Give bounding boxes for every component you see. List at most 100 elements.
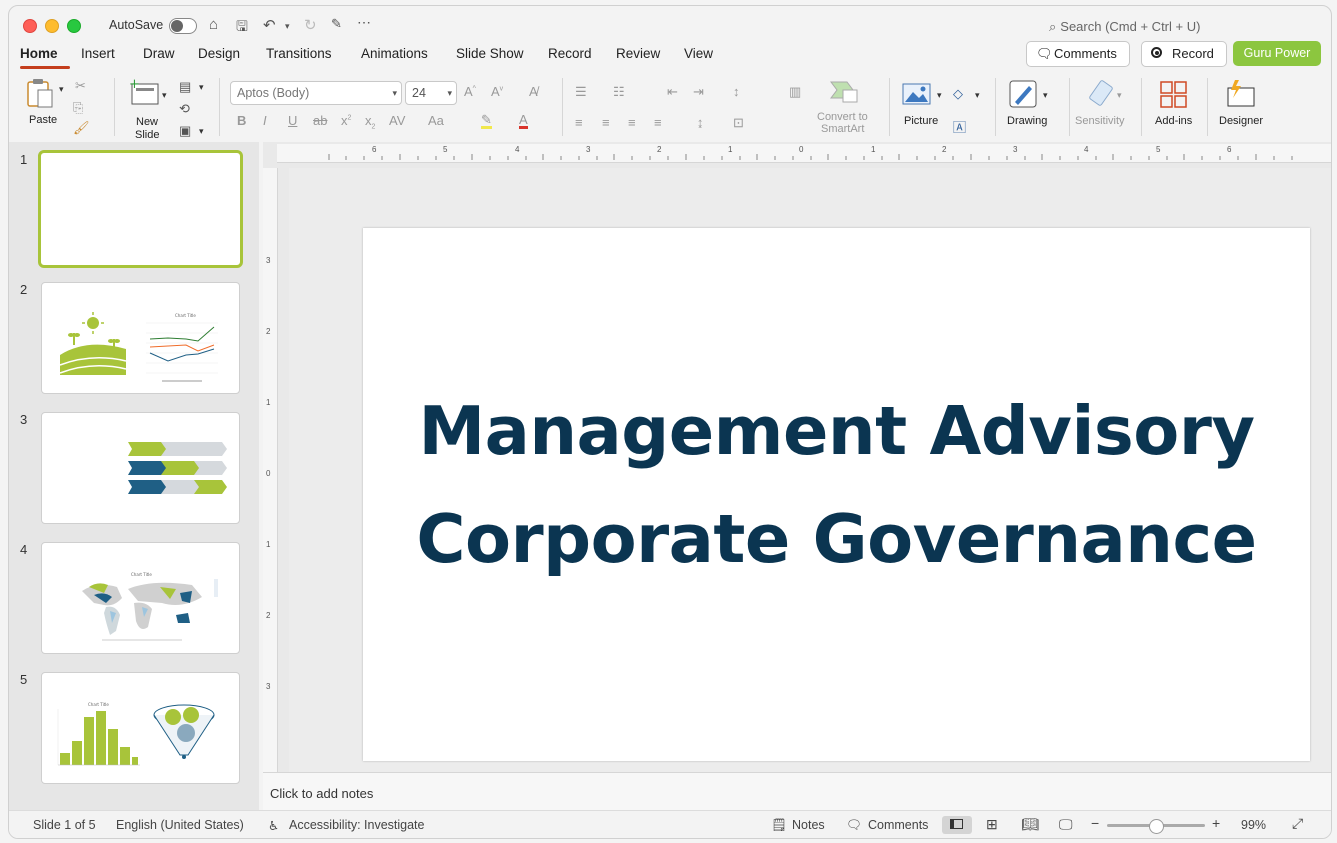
- tab-animations[interactable]: Animations: [361, 46, 428, 61]
- decrease-font-icon[interactable]: Av: [491, 84, 503, 99]
- font-color-icon[interactable]: A: [519, 113, 528, 129]
- record-button[interactable]: Record: [1141, 41, 1227, 67]
- home-icon[interactable]: ⌂: [209, 16, 218, 33]
- font-name-select[interactable]: Aptos (Body) ▾: [230, 81, 402, 105]
- tab-slide-show[interactable]: Slide Show: [456, 46, 524, 61]
- slideshow-view-icon[interactable]: 🖵: [1059, 816, 1073, 833]
- align-center-icon[interactable]: ≡: [602, 115, 610, 130]
- zoom-in-icon[interactable]: +: [1212, 815, 1220, 831]
- normal-view-button[interactable]: [942, 816, 972, 834]
- shapes-dropdown-icon[interactable]: ▾: [975, 90, 980, 101]
- layout-icon[interactable]: ▤: [179, 79, 191, 95]
- tab-insert[interactable]: Insert: [81, 46, 115, 61]
- paste-dropdown-icon[interactable]: ▾: [59, 84, 64, 95]
- minimize-window-button[interactable]: [45, 19, 59, 33]
- search-box[interactable]: ⌕ Search (Cmd + Ctrl + U): [1049, 19, 1200, 35]
- zoom-slider[interactable]: [1107, 819, 1205, 834]
- undo-icon[interactable]: ↶: [263, 16, 276, 34]
- more-icon[interactable]: ⋯: [357, 14, 371, 31]
- zoom-slider-thumb[interactable]: [1149, 819, 1164, 834]
- undo-dropdown-icon[interactable]: ▾: [285, 21, 290, 32]
- zoom-out-icon[interactable]: −: [1091, 815, 1099, 831]
- bullets-icon[interactable]: ☰: [575, 84, 587, 100]
- section-dropdown-icon[interactable]: ▾: [199, 126, 204, 137]
- tab-record[interactable]: Record: [548, 46, 592, 61]
- slide-thumbnail-5[interactable]: Chart Title: [41, 672, 240, 784]
- font-size-select[interactable]: 24 ▾: [405, 81, 457, 105]
- align-left-icon[interactable]: ≡: [575, 115, 583, 130]
- highlight-icon[interactable]: ✎: [481, 113, 492, 129]
- tab-home[interactable]: Home: [20, 46, 58, 61]
- picture-dropdown-icon[interactable]: ▾: [937, 90, 942, 101]
- tab-view[interactable]: View: [684, 46, 713, 61]
- textbox-icon[interactable]: 🄰: [953, 117, 966, 136]
- sensitivity-button[interactable]: Sensitivity: [1073, 78, 1139, 130]
- convert-smartart-button[interactable]: Convert to SmartArt: [815, 78, 883, 138]
- numbering-icon[interactable]: ☷: [613, 84, 625, 100]
- guru-power-button[interactable]: Guru Power: [1233, 41, 1321, 66]
- slide-title-line-2[interactable]: Corporate Governance: [363, 500, 1310, 578]
- customize-icon[interactable]: ✎: [331, 16, 342, 32]
- decrease-indent-icon[interactable]: ⇤: [667, 84, 678, 100]
- active-tab-indicator: [20, 66, 70, 69]
- redo-icon[interactable]: ↻: [304, 16, 317, 34]
- new-slide-button[interactable]: + New Slide: [125, 76, 171, 141]
- layout-dropdown-icon[interactable]: ▾: [199, 82, 204, 93]
- picture-button[interactable]: Picture: [899, 78, 943, 130]
- accessibility-status[interactable]: Accessibility: Investigate: [289, 818, 424, 832]
- slide-title-line-1[interactable]: Management Advisory: [363, 392, 1310, 470]
- change-case-icon[interactable]: Aa: [428, 113, 444, 128]
- character-spacing-icon[interactable]: AV: [389, 113, 405, 128]
- reading-view-icon[interactable]: 📖︎: [1021, 816, 1039, 833]
- tab-draw[interactable]: Draw: [143, 46, 175, 61]
- zoom-window-button[interactable]: [67, 19, 81, 33]
- slide-sorter-icon[interactable]: ⊞: [986, 816, 998, 833]
- format-painter-icon[interactable]: 🖌: [73, 120, 90, 136]
- designer-button[interactable]: Designer: [1215, 78, 1269, 130]
- comments-button[interactable]: 🗨 Comments: [1026, 41, 1130, 67]
- addins-button[interactable]: Add-ins: [1149, 78, 1199, 130]
- slide-thumbnail-4[interactable]: Chart Title: [41, 542, 240, 654]
- slide-thumbnail-2[interactable]: Chart Title: [41, 282, 240, 394]
- italic-icon[interactable]: I: [263, 113, 267, 128]
- tab-review[interactable]: Review: [616, 46, 660, 61]
- reset-icon[interactable]: ⟲: [179, 101, 190, 117]
- align-right-icon[interactable]: ≡: [628, 115, 636, 130]
- strikethrough-icon[interactable]: ab: [313, 113, 327, 128]
- new-slide-dropdown-icon[interactable]: ▾: [162, 90, 167, 101]
- save-icon[interactable]: 🖫: [236, 16, 248, 40]
- drawing-button[interactable]: Drawing: [1005, 78, 1055, 130]
- zoom-level[interactable]: 99%: [1241, 818, 1266, 832]
- shapes-icon[interactable]: ◇: [953, 86, 963, 102]
- text-direction-icon[interactable]: ↨: [697, 115, 704, 130]
- notes-toggle[interactable]: Notes: [792, 818, 825, 832]
- autosave-toggle[interactable]: [169, 18, 197, 34]
- align-text-icon[interactable]: ⊡: [733, 115, 744, 131]
- fit-to-window-icon[interactable]: ⤢: [1292, 815, 1303, 832]
- increase-indent-icon[interactable]: ⇥: [693, 84, 704, 100]
- superscript-icon[interactable]: x2: [341, 113, 351, 128]
- section-icon[interactable]: ▣: [179, 123, 191, 139]
- sensitivity-dropdown-icon[interactable]: ▾: [1117, 90, 1122, 101]
- paste-button[interactable]: Paste: [21, 76, 61, 128]
- bold-icon[interactable]: B: [237, 113, 246, 128]
- cut-icon[interactable]: ✂: [75, 78, 86, 94]
- comments-toggle[interactable]: Comments: [868, 818, 928, 832]
- slide-thumbnail-3[interactable]: [41, 412, 240, 524]
- close-window-button[interactable]: [23, 19, 37, 33]
- subscript-icon[interactable]: x2: [365, 113, 375, 131]
- tab-design[interactable]: Design: [198, 46, 240, 61]
- columns-icon[interactable]: ▥: [789, 84, 801, 100]
- underline-icon[interactable]: U: [288, 113, 297, 128]
- current-slide[interactable]: Management Advisory Corporate Governance: [363, 228, 1310, 761]
- notes-pane[interactable]: Click to add notes: [263, 772, 1331, 811]
- tab-transitions[interactable]: Transitions: [266, 46, 332, 61]
- line-spacing-icon[interactable]: ↕: [733, 84, 740, 99]
- copy-icon[interactable]: ⎘: [73, 100, 83, 116]
- language-indicator[interactable]: English (United States): [116, 818, 244, 832]
- slide-thumbnail-1[interactable]: [38, 150, 243, 268]
- clear-format-icon[interactable]: A̸: [529, 84, 538, 99]
- increase-font-icon[interactable]: A^: [464, 84, 476, 99]
- justify-icon[interactable]: ≡: [654, 115, 662, 130]
- drawing-dropdown-icon[interactable]: ▾: [1043, 90, 1048, 101]
